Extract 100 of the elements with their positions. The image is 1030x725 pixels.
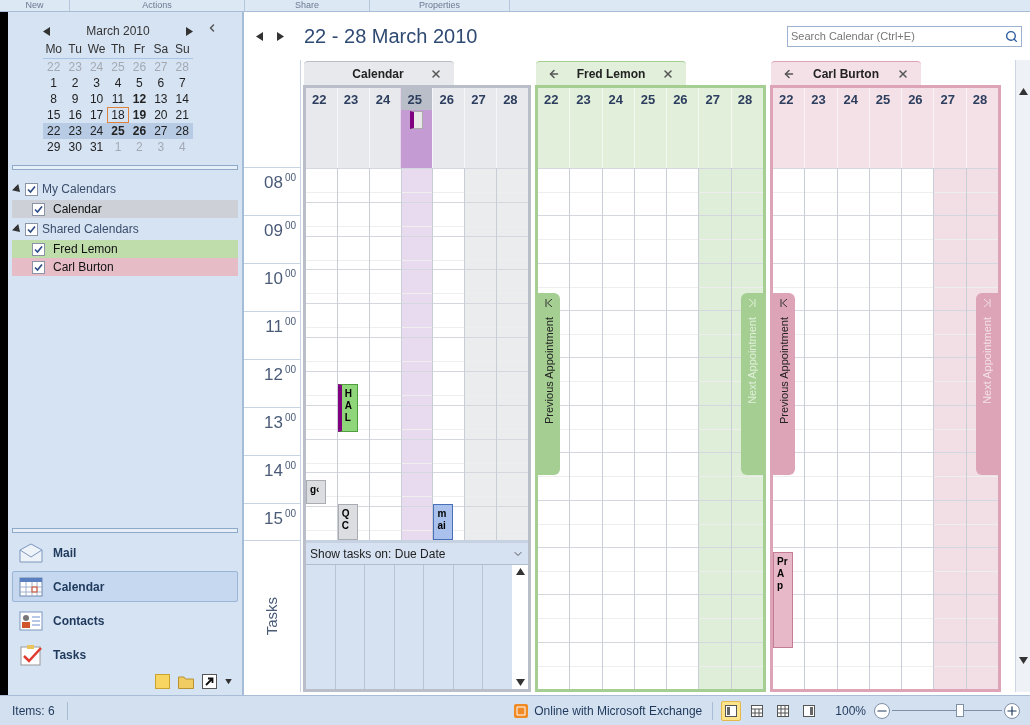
day-cell[interactable]: 24	[85, 123, 108, 139]
previous-appointment-tab[interactable]: Previous Appointment	[538, 293, 560, 475]
day-cell[interactable]: 28	[171, 123, 193, 139]
day-cell[interactable]: 15	[43, 107, 65, 123]
day-header[interactable]: 25	[868, 88, 902, 168]
close-icon[interactable]	[897, 67, 909, 80]
day-cell[interactable]: 2	[64, 75, 86, 91]
day-cell[interactable]: 5	[128, 75, 151, 91]
calendar-list-item[interactable]: Fred Lemon	[12, 240, 238, 258]
search-icon[interactable]	[1005, 29, 1018, 43]
day-cell[interactable]: 6	[150, 75, 172, 91]
arrow-left-icon[interactable]	[783, 67, 795, 80]
show-tasks-dropdown[interactable]: Show tasks on: Due Date	[306, 543, 528, 565]
week-row[interactable]: 1 2 3 4 5 6 7	[43, 75, 193, 91]
day-header[interactable]: 22	[306, 88, 337, 168]
slider-thumb[interactable]	[956, 703, 965, 717]
zoom-slider[interactable]	[892, 703, 1002, 718]
day-header[interactable]: 23	[336, 88, 369, 168]
day-cell[interactable]: 19	[128, 107, 151, 123]
arrow-left-icon[interactable]	[548, 67, 560, 80]
checkbox[interactable]	[32, 242, 45, 256]
day-cell[interactable]: 27	[150, 123, 172, 139]
close-icon[interactable]	[662, 67, 674, 80]
day-header[interactable]: 22	[538, 88, 570, 168]
checkbox[interactable]	[32, 260, 45, 274]
appointment[interactable]: m ai	[433, 504, 454, 540]
day-cell[interactable]: 11	[107, 91, 129, 107]
previous-week-icon[interactable]	[256, 31, 263, 41]
day-cell[interactable]: 25	[107, 123, 129, 139]
calendar-list-item[interactable]: Calendar	[12, 200, 238, 218]
search-input[interactable]: Search Calendar (Ctrl+E)	[791, 27, 1005, 45]
day-cell[interactable]: 26	[128, 123, 151, 139]
previous-month-icon[interactable]	[43, 26, 50, 36]
day-header[interactable]: 25	[400, 88, 433, 168]
day-cell[interactable]: 23	[64, 123, 86, 139]
day-header[interactable]: 28	[965, 88, 998, 168]
calendar-tab[interactable]: Fred Lemon	[536, 61, 686, 85]
view-button[interactable]	[721, 700, 742, 721]
calendar-tab[interactable]: Carl Burton	[771, 61, 921, 85]
day-cell[interactable]: 22	[43, 123, 65, 139]
next-week-icon[interactable]	[277, 31, 284, 41]
zoom-out-icon[interactable]	[874, 702, 890, 719]
shortcut-arrow-icon[interactable]	[202, 674, 217, 689]
day-header[interactable]: 27	[464, 88, 497, 168]
day-cell[interactable]: 16	[64, 107, 86, 123]
calendar-group-label[interactable]: Shared Calendars	[42, 220, 139, 238]
day-header[interactable]: 28	[730, 88, 763, 168]
week-row[interactable]: 22 23 24 25 26 27 28	[43, 123, 193, 139]
nav-button[interactable]: Tasks	[12, 639, 238, 670]
day-cell[interactable]: 29	[43, 139, 65, 155]
scrollbar[interactable]	[1015, 60, 1030, 692]
day-header[interactable]: 24	[601, 88, 634, 168]
day-header[interactable]: 26	[432, 88, 465, 168]
day-cell[interactable]: 9	[64, 91, 86, 107]
day-cell[interactable]: 1	[43, 75, 65, 91]
checkbox[interactable]	[32, 202, 45, 216]
day-cell[interactable]: 8	[43, 91, 65, 107]
day-header[interactable]: 23	[804, 88, 837, 168]
day-header[interactable]: 24	[836, 88, 869, 168]
appointment[interactable]: H A L	[337, 384, 358, 432]
week-row[interactable]: 15 16 17 18 19 20 21	[43, 107, 193, 123]
zoom-in-icon[interactable]	[1004, 702, 1020, 719]
search-field[interactable]: Search Calendar (Ctrl+E)	[787, 25, 1022, 47]
calendar-list-item[interactable]: Carl Burton	[12, 258, 238, 276]
day-cell[interactable]: 20	[150, 107, 172, 123]
checkbox[interactable]	[25, 182, 38, 196]
day-header[interactable]: 26	[901, 88, 934, 168]
week-row[interactable]: 8 9 10 11 12 13 14	[43, 91, 193, 107]
day-cell[interactable]: 31	[85, 139, 108, 155]
day-header[interactable]: 22	[773, 88, 805, 168]
day-header[interactable]: 23	[569, 88, 602, 168]
appointment[interactable]: Pr Ap	[773, 552, 793, 648]
calendar-group-label[interactable]: My Calendars	[42, 180, 117, 198]
all-day-event[interactable]	[410, 111, 424, 129]
calendar-tab[interactable]: Calendar	[304, 61, 454, 85]
scroll-down-icon[interactable]	[1018, 657, 1028, 664]
scroll-up-icon[interactable]	[515, 568, 525, 575]
scroll-up-icon[interactable]	[1018, 88, 1028, 95]
day-cell[interactable]: 3	[85, 75, 108, 91]
day-cell[interactable]: 14	[171, 91, 193, 107]
day-header[interactable]: 28	[496, 88, 528, 168]
day-cell[interactable]: 21	[171, 107, 193, 123]
week-row[interactable]: 29 30 31 1 2 3 4	[43, 139, 193, 155]
day-cell[interactable]: 12	[128, 91, 151, 107]
dropdown-caret-icon[interactable]	[225, 678, 232, 685]
day-header[interactable]: 27	[698, 88, 731, 168]
scrollbar[interactable]	[512, 565, 529, 689]
day-cell[interactable]: 10	[85, 91, 108, 107]
nav-button[interactable]: Contacts	[12, 605, 238, 636]
day-cell[interactable]: 7	[171, 75, 193, 91]
close-icon[interactable]	[430, 67, 442, 80]
appointment[interactable]: Q C	[337, 504, 358, 540]
day-cell[interactable]: 17	[85, 107, 108, 123]
appointment[interactable]: g‹	[306, 480, 326, 504]
day-cell[interactable]: 13	[150, 91, 172, 107]
nav-button[interactable]: Calendar	[12, 571, 238, 602]
day-header[interactable]: 27	[933, 88, 966, 168]
day-cell[interactable]: 18	[107, 107, 129, 123]
day-header[interactable]: 26	[666, 88, 699, 168]
checkbox[interactable]	[25, 222, 38, 236]
